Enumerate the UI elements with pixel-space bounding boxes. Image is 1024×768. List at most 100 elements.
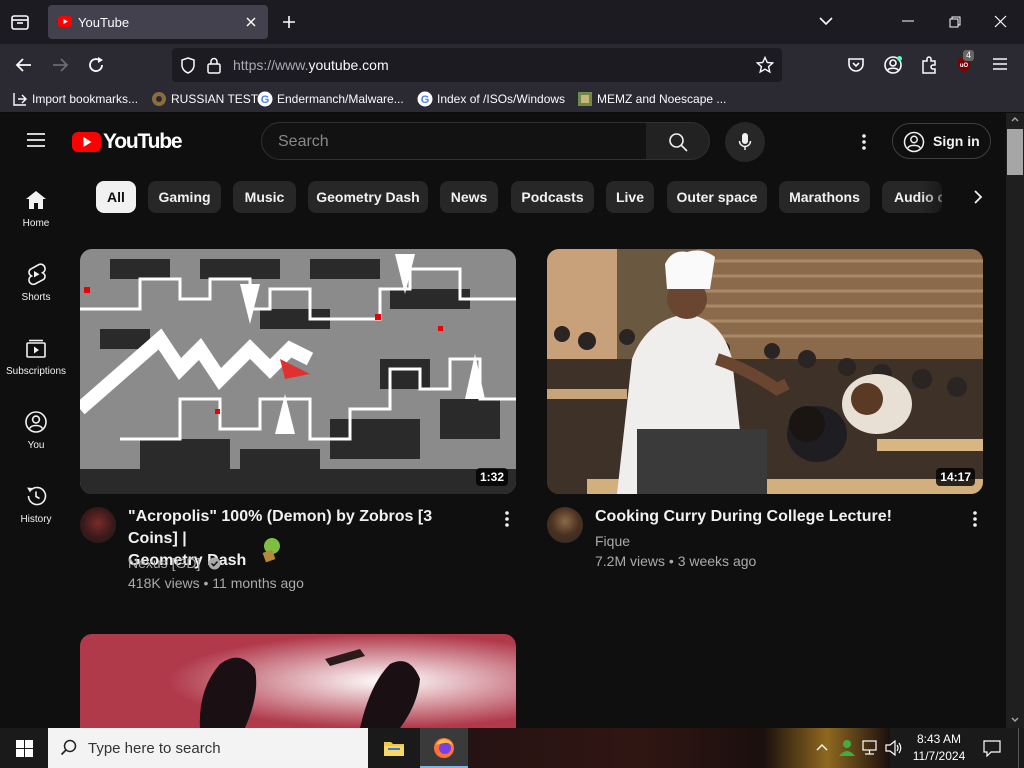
user-people-tray-icon[interactable] — [838, 739, 856, 757]
search-icon — [60, 739, 78, 757]
anime-thumbnail-image — [80, 634, 516, 728]
channel-name-nexus[interactable]: Nexus [GD] — [128, 553, 221, 573]
network-icon[interactable] — [862, 740, 880, 756]
back-arrow-icon[interactable] — [15, 56, 33, 74]
scroll-up-arrow-icon[interactable] — [1011, 116, 1019, 122]
browser-tab-bar: YouTube — [0, 0, 1024, 44]
chips-fade — [920, 179, 960, 215]
guide-item-subscriptions[interactable]: Subscriptions — [0, 336, 72, 377]
chip-all[interactable]: All — [96, 181, 136, 213]
hamburger-menu-icon[interactable] — [992, 57, 1008, 71]
chip-podcasts[interactable]: Podcasts — [511, 181, 594, 213]
file-explorer-icon[interactable] — [383, 739, 405, 757]
russian-test-favicon-icon — [151, 91, 167, 107]
taskbar-clock[interactable]: 8:43 AM 11/7/2024 — [908, 731, 970, 765]
close-window-icon[interactable] — [994, 15, 1007, 28]
video-thumbnail-acropolis[interactable]: 1:32 — [80, 249, 516, 494]
new-tab-icon[interactable] — [281, 14, 297, 30]
close-tab-icon[interactable] — [244, 15, 258, 29]
search-button[interactable] — [646, 122, 710, 160]
video-thumbnail-third[interactable] — [80, 634, 516, 728]
bookmark-memz[interactable]: MEMZ and Noescape ... — [597, 92, 726, 106]
restore-icon[interactable] — [949, 16, 961, 28]
chip-live[interactable]: Live — [606, 181, 654, 213]
guide-item-home[interactable]: Home — [0, 188, 72, 229]
channel-avatar-nexus[interactable] — [80, 507, 116, 543]
tab-list-icon[interactable] — [10, 12, 30, 32]
video-more-kebab-icon[interactable] — [504, 510, 510, 528]
tab-title: YouTube — [78, 15, 130, 30]
youtube-favicon-icon — [58, 16, 72, 27]
guide-label-history: History — [20, 514, 52, 525]
video-thumbnail-cooking-curry[interactable]: 14:17 — [547, 249, 983, 494]
taskbar-search-input[interactable]: Type here to search — [88, 740, 221, 757]
search-box[interactable]: Search — [261, 122, 647, 160]
search-input[interactable]: Search — [278, 133, 329, 151]
bookmark-russian-test[interactable]: RUSSIAN TEST — [171, 92, 258, 106]
bookmark-endermanch[interactable]: Endermanch/Malware... — [277, 92, 404, 106]
chip-outer-space[interactable]: Outer space — [667, 181, 767, 213]
shield-icon[interactable] — [180, 57, 196, 74]
youtube-page: YouTube Search Sign in All Gaming Music … — [0, 113, 1024, 728]
minimize-icon[interactable] — [902, 20, 914, 22]
extension-badge: 4 — [963, 50, 975, 61]
chip-news[interactable]: News — [440, 181, 498, 213]
extensions-icon[interactable] — [919, 55, 939, 75]
notification-center-icon[interactable] — [983, 740, 1001, 757]
sign-in-button[interactable]: Sign in — [892, 123, 991, 159]
firefox-taskbar-button[interactable] — [420, 728, 468, 768]
google-favicon-icon: G — [257, 91, 273, 107]
windows-start-icon[interactable] — [16, 740, 33, 757]
guide-item-shorts[interactable]: Shorts — [0, 262, 72, 303]
video-meta: 7.2M views • 3 weeks ago — [595, 553, 757, 569]
scrollbar-thumb[interactable] — [1007, 129, 1023, 175]
svg-text:G: G — [261, 94, 270, 106]
bookmarks-toolbar: Import bookmarks... RUSSIAN TEST G Ender… — [0, 86, 1024, 113]
lecture-hall-thumbnail-image — [547, 249, 983, 494]
address-bar[interactable]: https://www.youtube.com — [172, 48, 782, 82]
show-desktop-strip[interactable] — [1018, 728, 1024, 768]
settings-kebab-icon[interactable] — [861, 133, 867, 151]
url-text[interactable]: https://www.youtube.com — [233, 57, 389, 73]
you-icon — [24, 410, 48, 434]
chevron-right-icon[interactable] — [973, 189, 983, 205]
guide-item-you[interactable]: You — [0, 410, 72, 451]
tab-overflow-chevron-icon[interactable] — [818, 15, 834, 27]
chip-music[interactable]: Music — [233, 181, 296, 213]
account-icon[interactable] — [883, 55, 903, 75]
browser-tab-youtube[interactable]: YouTube — [48, 5, 268, 39]
chip-geometry-dash[interactable]: Geometry Dash — [308, 181, 428, 213]
bookmark-import[interactable]: Import bookmarks... — [32, 92, 138, 106]
geometry-dash-thumbnail-image — [80, 249, 516, 494]
taskbar-search-box[interactable]: Type here to search — [48, 728, 368, 768]
svg-text:uO: uO — [960, 63, 969, 69]
guide-label-shorts: Shorts — [21, 292, 51, 303]
video-duration: 14:17 — [936, 468, 975, 486]
ublock-shield-icon[interactable]: uO 4 — [955, 50, 977, 76]
voice-search-button[interactable] — [725, 122, 765, 162]
video-more-kebab-icon[interactable] — [972, 510, 978, 528]
pocket-icon[interactable] — [847, 56, 865, 74]
volume-icon[interactable] — [885, 740, 903, 756]
reload-icon[interactable] — [87, 56, 105, 74]
video-title-cooking-curry[interactable]: Cooking Curry During College Lecture! — [595, 506, 955, 528]
lock-icon[interactable] — [207, 57, 221, 74]
history-icon — [24, 484, 48, 508]
clock-time: 8:43 AM — [916, 732, 962, 746]
guide-menu-icon[interactable] — [26, 132, 46, 148]
channel-avatar-fique[interactable] — [547, 507, 583, 543]
channel-name-fique[interactable]: Fique — [595, 531, 630, 551]
bookmark-star-icon[interactable] — [756, 56, 774, 74]
page-scrollbar[interactable] — [1006, 113, 1024, 728]
svg-text:G: G — [421, 94, 430, 106]
chip-marathons[interactable]: Marathons — [779, 181, 870, 213]
guide-item-history[interactable]: History — [0, 484, 72, 525]
scroll-down-arrow-icon[interactable] — [1011, 717, 1019, 723]
chip-gaming[interactable]: Gaming — [148, 181, 221, 213]
guide-label-home: Home — [22, 218, 50, 229]
show-hidden-icons-chevron-icon[interactable] — [816, 743, 828, 751]
forward-arrow-icon[interactable] — [51, 56, 69, 74]
youtube-logo[interactable]: YouTube — [72, 130, 183, 153]
url-prefix: https://www. — [233, 57, 309, 73]
bookmark-isos[interactable]: Index of /ISOs/Windows — [437, 92, 565, 106]
